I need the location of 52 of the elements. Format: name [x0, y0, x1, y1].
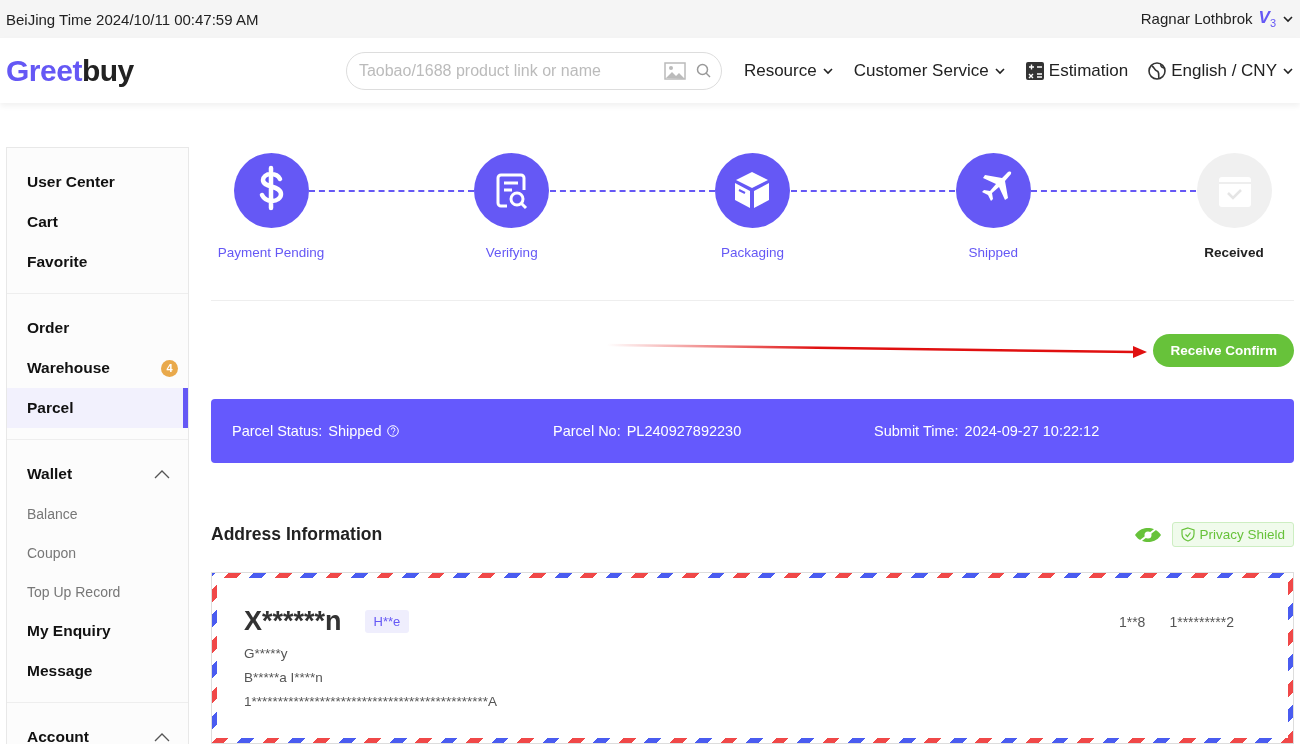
sidebar-item[interactable]: Top Up Record	[7, 572, 188, 611]
field-value: Shipped	[328, 423, 382, 439]
help-icon[interactable]	[387, 425, 400, 437]
calculator-icon	[1025, 61, 1044, 80]
shield-icon	[1181, 527, 1196, 542]
greetbuy-logo[interactable]: Greetbuy	[6, 53, 134, 88]
globe-icon	[1148, 61, 1167, 80]
phone-number: 1*********2	[1169, 613, 1234, 630]
section-title: Address Information	[211, 524, 383, 545]
sidebar-item[interactable]: Parcel	[7, 388, 188, 428]
step-label: Received	[1204, 245, 1264, 260]
caret-icon	[1282, 13, 1294, 25]
address-tag: H**e	[364, 610, 410, 633]
nav-menu[interactable]: Resource	[743, 60, 834, 81]
search-icon[interactable]	[695, 63, 711, 78]
sidebar-item[interactable]: Order	[7, 308, 188, 348]
image-search-icon[interactable]	[663, 60, 686, 81]
sidebar-item[interactable]: Balance	[7, 494, 188, 533]
field-value: PL240927892230	[626, 423, 742, 439]
field-value: 2024-09-27 10:22:12	[964, 423, 1100, 439]
beijing-time: BeiJing Time 2024/10/11 00:47:59 AM	[6, 10, 259, 28]
field-label: Submit Time:	[874, 423, 959, 439]
sidebar-item[interactable]: Cart	[7, 202, 188, 242]
sidebar-item[interactable]: Favorite	[7, 242, 188, 282]
search-field[interactable]: Taobao/1688 product link or name	[356, 60, 654, 81]
address-line: B*****a I****n	[244, 670, 324, 685]
phone-code: 1**8	[1118, 613, 1146, 630]
step-label: Payment Pending	[217, 245, 325, 260]
sidebar-section-toggle[interactable]: Wallet	[7, 454, 188, 494]
chevron-icon	[154, 732, 170, 742]
address-line: G*****y	[244, 646, 289, 661]
eye-hidden-icon[interactable]	[1134, 525, 1163, 544]
chevron-icon	[154, 469, 170, 479]
sidebar-item[interactable]: Message	[7, 651, 188, 691]
vip-level-text: V$_{3}$	[1258, 8, 1276, 30]
nav-menu[interactable]: Estimation	[1025, 60, 1129, 81]
count-badge: 4	[161, 359, 178, 377]
sidebar-item[interactable]: User Center	[7, 162, 188, 202]
recipient-name: X******n	[244, 606, 342, 637]
field-label: Parcel Status:	[232, 423, 323, 439]
step-label: Verifying	[485, 245, 538, 260]
nav-menu[interactable]: English / CNY	[1148, 60, 1294, 81]
field-label: Parcel No:	[553, 423, 621, 439]
step-label: Packaging	[720, 245, 784, 260]
sidebar-item[interactable]: Coupon	[7, 533, 188, 572]
user-name[interactable]: Ragnar Lothbrok	[1140, 10, 1253, 28]
nav-menu[interactable]: Customer Service	[853, 60, 1006, 81]
sidebar-item[interactable]: Warehouse 4	[7, 348, 188, 388]
address-line: 1*********************************************A	[244, 694, 498, 709]
step-label: Shipped	[968, 245, 1018, 260]
sidebar-section-toggle[interactable]: Account	[7, 717, 188, 744]
sidebar-item[interactable]: My Enquiry	[7, 611, 188, 651]
